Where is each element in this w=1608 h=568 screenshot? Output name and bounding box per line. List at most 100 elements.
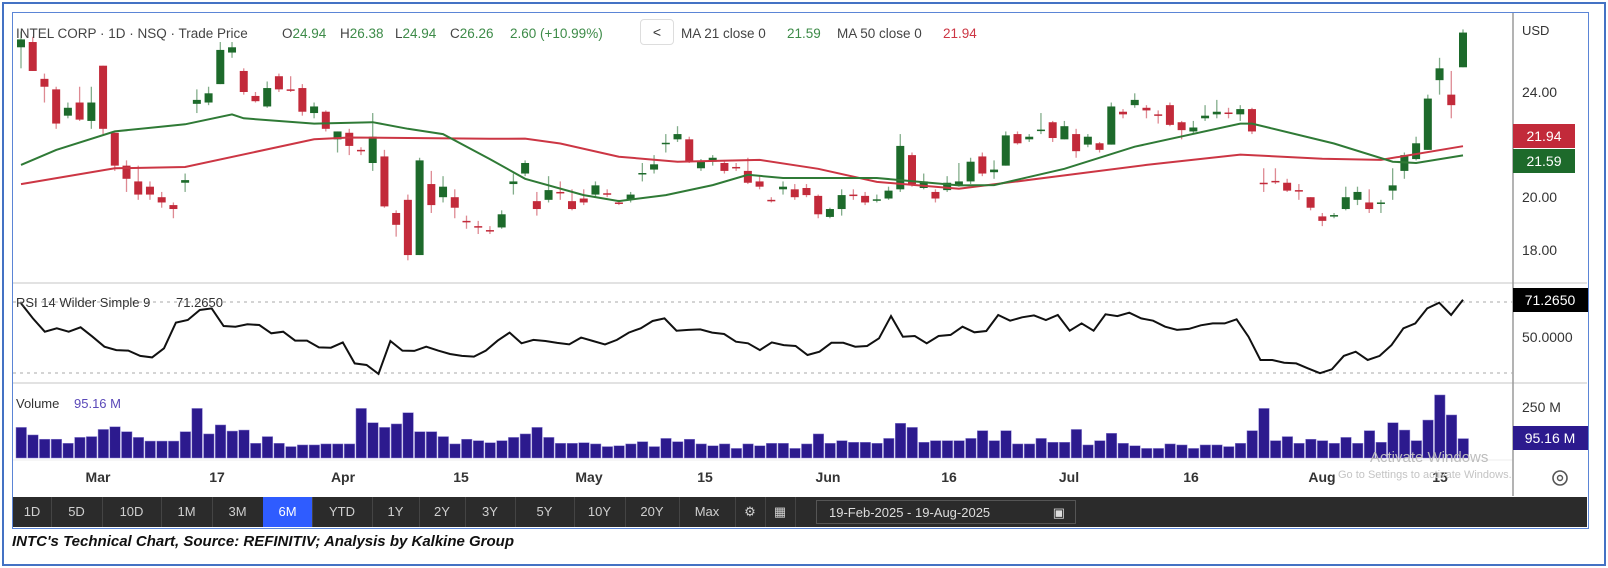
range-button-5y[interactable]: 5Y — [515, 497, 575, 527]
candle-body — [345, 132, 354, 146]
candle — [345, 128, 354, 156]
candle-body — [439, 186, 448, 198]
volume-bar — [812, 433, 824, 459]
settings-gear-icon[interactable] — [1552, 470, 1568, 486]
candle — [415, 157, 424, 256]
range-button-6m[interactable]: 6M — [263, 497, 313, 527]
calendar-icon[interactable]: ▣ — [1053, 501, 1065, 525]
candle — [28, 36, 37, 71]
volume-bar — [1094, 440, 1106, 459]
candle — [1283, 178, 1292, 192]
candle — [650, 155, 659, 174]
candle — [427, 170, 436, 213]
ma21-legend-label[interactable]: MA 21 close 0 — [681, 26, 766, 41]
volume-bar — [730, 448, 742, 459]
stock-chart[interactable]: INTEL CORP · 1D · NSQ · Trade Price O24.… — [0, 0, 1608, 568]
volume-bar — [1328, 443, 1340, 459]
collapse-legend-button[interactable]: < — [640, 19, 674, 45]
candle-body — [368, 136, 377, 164]
range-button-20y[interactable]: 20Y — [625, 497, 680, 527]
candle — [228, 42, 237, 58]
grid-icon[interactable]: ▦ — [765, 497, 796, 527]
candle-body — [1423, 98, 1432, 150]
candle-body — [767, 199, 776, 202]
date-range-picker[interactable]: 19-Feb-2025 - 19-Aug-2025 ▣ — [816, 500, 1076, 524]
candle — [767, 197, 776, 203]
candle — [638, 163, 647, 182]
range-button-10d[interactable]: 10D — [102, 497, 162, 527]
range-button-2y[interactable]: 2Y — [419, 497, 466, 527]
volume-bar — [379, 427, 391, 459]
range-button-1y[interactable]: 1Y — [372, 497, 420, 527]
range-button-3m[interactable]: 3M — [212, 497, 264, 527]
candle-body — [427, 184, 436, 206]
candle-body — [263, 88, 272, 107]
candle-body — [192, 99, 201, 104]
candle — [931, 189, 940, 203]
candle — [356, 147, 365, 156]
date-label: May — [575, 469, 602, 485]
candle-body — [802, 187, 811, 196]
range-button-1m[interactable]: 1M — [161, 497, 213, 527]
candle-body — [1013, 134, 1022, 144]
candles — [17, 29, 1467, 261]
date-axis: Mar 17 Apr 15 May 15 Jun 16 Jul 16 Aug 15 — [86, 469, 1448, 485]
volume-bar — [1141, 448, 1153, 459]
candle-body — [861, 195, 870, 203]
candle — [239, 68, 248, 95]
candle-body — [274, 76, 283, 90]
candle — [509, 173, 518, 195]
volume-bar — [1235, 443, 1247, 459]
candle-body — [1259, 182, 1268, 185]
candle — [181, 173, 190, 192]
volume-bar — [1129, 445, 1141, 459]
candle-body — [1107, 106, 1116, 145]
volume-badge-text: 95.16 M — [1525, 430, 1576, 446]
candle-body — [1353, 191, 1362, 200]
range-button-3y[interactable]: 3Y — [465, 497, 516, 527]
candle-body — [485, 230, 494, 232]
price-tick-label: 20.00 — [1522, 189, 1557, 205]
candle-body — [1306, 197, 1315, 208]
range-button-1d[interactable]: 1D — [13, 497, 52, 527]
volume-bar — [261, 436, 273, 459]
candle — [462, 215, 471, 229]
candle — [1013, 131, 1022, 145]
candle — [1423, 94, 1432, 150]
candle-body — [380, 156, 389, 207]
candle-body — [228, 47, 237, 53]
volume-bar — [906, 427, 918, 459]
range-button-max[interactable]: Max — [679, 497, 736, 527]
chart-caption: INTC's Technical Chart, Source: REFINITI… — [12, 533, 515, 550]
candle-body — [509, 181, 518, 185]
candle-body — [790, 189, 799, 198]
range-button-5d[interactable]: 5D — [51, 497, 103, 527]
candle-body — [1130, 99, 1139, 106]
volume-bar — [74, 437, 86, 459]
candle — [790, 184, 799, 200]
candle — [661, 134, 670, 153]
ma21-price-badge-text: 21.59 — [1526, 153, 1561, 169]
volume-bar — [1223, 446, 1235, 459]
range-button-10y[interactable]: 10Y — [574, 497, 626, 527]
candle — [1318, 212, 1327, 227]
candle — [110, 132, 119, 171]
settings-icon[interactable]: ⚙ — [735, 497, 766, 527]
candle-body — [1435, 68, 1444, 81]
candle-body — [134, 181, 143, 195]
candle — [1165, 102, 1174, 127]
range-toolbar: 1D 5D 10D 1M 3M 6M YTD 1Y 2Y 3Y 5Y 10Y 20Y Max ⚙ ▦ 19… — [13, 497, 1587, 527]
candle — [286, 76, 295, 92]
watermark-line1: Activate Windows — [1370, 449, 1488, 466]
candle-body — [849, 194, 858, 197]
candle-body — [239, 70, 248, 92]
ma50-legend-label[interactable]: MA 50 close 0 — [837, 26, 922, 41]
candle-body — [1224, 112, 1233, 115]
candle-body — [720, 163, 729, 171]
ma50-price-badge-text: 21.94 — [1526, 128, 1561, 144]
range-button-ytd[interactable]: YTD — [312, 497, 373, 527]
volume-bar — [1258, 408, 1270, 459]
candle — [1142, 105, 1151, 119]
volume-bar — [179, 431, 191, 459]
volume-bar — [15, 427, 27, 459]
